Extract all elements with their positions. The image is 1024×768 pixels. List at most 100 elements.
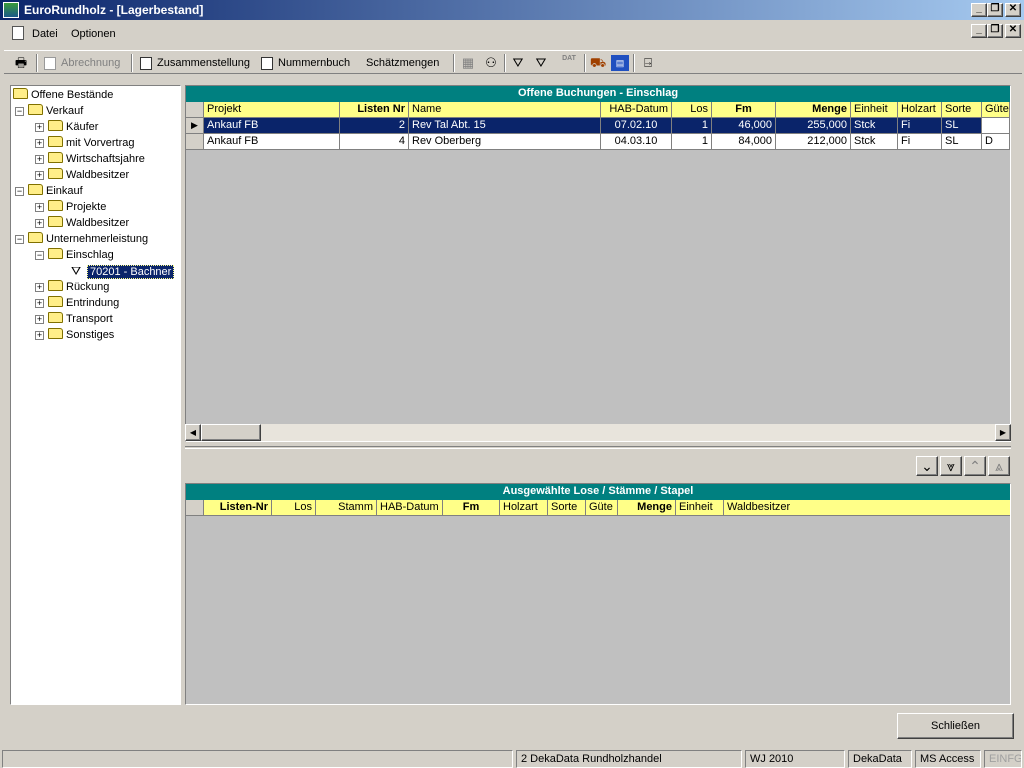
expand-icon[interactable]: +	[35, 155, 44, 164]
collapse-icon[interactable]: −	[35, 251, 44, 260]
menu-optionen[interactable]: Optionen	[71, 28, 116, 40]
col-hab-datum[interactable]: HAB-Datum	[601, 102, 672, 118]
col-los[interactable]: Los	[672, 102, 712, 118]
doc-minimize-icon[interactable]: _	[971, 24, 987, 38]
col-sorte[interactable]: Sorte	[942, 102, 982, 118]
col-guete[interactable]: Güte	[586, 500, 618, 516]
truck-icon[interactable]: ⛟	[589, 55, 607, 71]
col-projekt[interactable]: Projekt	[204, 102, 340, 118]
move-up-icon[interactable]: ⌃	[964, 456, 986, 476]
calculator-icon[interactable]: ▦	[459, 55, 477, 71]
schaetzmengen-button[interactable]: Schätzmengen	[366, 55, 439, 71]
tree-projekte[interactable]: + Projekte	[35, 199, 106, 215]
cell-sorte[interactable]: SL	[942, 134, 982, 150]
doc-restore-icon[interactable]: ❐	[987, 24, 1003, 38]
expand-icon[interactable]: +	[35, 171, 44, 180]
collapse-icon[interactable]: −	[15, 187, 24, 196]
schliessen-button[interactable]: Schließen	[897, 713, 1014, 739]
tree-kaeufer[interactable]: + Käufer	[35, 119, 98, 135]
cell-name[interactable]: Rev Oberberg	[409, 134, 601, 150]
cell-einheit[interactable]: Stck	[851, 134, 898, 150]
info-icon[interactable]: ▤	[611, 55, 629, 71]
zusammenstellung-button[interactable]: Zusammenstellung	[140, 55, 250, 71]
tree-transport[interactable]: + Transport	[35, 311, 113, 327]
move-all-down-icon[interactable]: ⩔	[940, 456, 962, 476]
cell-guete[interactable]	[982, 118, 1010, 134]
tree-waldbesitzer-ek[interactable]: + Waldbesitzer	[35, 215, 129, 231]
cell-hab-datum[interactable]: 07.02.10	[601, 118, 672, 134]
col-fm[interactable]: Fm	[443, 500, 500, 516]
tree-filter-70201[interactable]: ⛛ 70201 - Bachner	[71, 263, 175, 279]
tree-waldbesitzer-vk[interactable]: + Waldbesitzer	[35, 167, 129, 183]
expand-icon[interactable]: +	[35, 331, 44, 340]
expand-icon[interactable]: +	[35, 283, 44, 292]
col-sorte[interactable]: Sorte	[548, 500, 586, 516]
expand-icon[interactable]: +	[35, 203, 44, 212]
filter-icon[interactable]: ⛛	[509, 55, 527, 71]
tree-sonstiges[interactable]: + Sonstiges	[35, 327, 114, 343]
table-row[interactable]: ▶ Ankauf FB 2 Rev Tal Abt. 15 07.02.10 1…	[186, 118, 1010, 134]
minimize-icon[interactable]: _	[971, 3, 987, 17]
cell-guete[interactable]: D	[982, 134, 1010, 150]
expand-icon[interactable]: +	[35, 299, 44, 308]
close-icon[interactable]: ✕	[1005, 3, 1021, 17]
col-listen-nr[interactable]: Listen-Nr	[204, 500, 272, 516]
expand-icon[interactable]: +	[35, 219, 44, 228]
nummernbuch-button[interactable]: Nummernbuch	[261, 55, 350, 71]
cell-sorte[interactable]: SL	[942, 118, 982, 134]
expand-icon[interactable]: +	[35, 139, 44, 148]
expand-icon[interactable]: +	[35, 123, 44, 132]
cell-los[interactable]: 1	[672, 134, 712, 150]
cell-listen-nr[interactable]: 4	[340, 134, 409, 150]
filter-clear-icon[interactable]: ⛛	[532, 55, 550, 71]
col-einheit[interactable]: Einheit	[851, 102, 898, 118]
cell-hab-datum[interactable]: 04.03.10	[601, 134, 672, 150]
table-row[interactable]: Ankauf FB 4 Rev Oberberg 04.03.10 1 84,0…	[186, 134, 1010, 150]
dat-icon[interactable]: DAT	[560, 55, 578, 71]
doc-close-icon[interactable]: ✕	[1005, 24, 1021, 38]
print-icon[interactable]: 🖶	[12, 55, 30, 71]
tree-wirtschaftsjahre[interactable]: + Wirtschaftsjahre	[35, 151, 145, 167]
cell-name[interactable]: Rev Tal Abt. 15	[409, 118, 601, 134]
tree-root[interactable]: Offene Bestände	[13, 87, 113, 103]
binoculars-icon[interactable]: ⚇	[482, 55, 500, 71]
tree-einschlag[interactable]: − Einschlag	[35, 247, 114, 263]
col-holzart[interactable]: Holzart	[898, 102, 942, 118]
col-guete[interactable]: Güte	[982, 102, 1010, 118]
col-los[interactable]: Los	[272, 500, 316, 516]
cell-menge[interactable]: 212,000	[776, 134, 851, 150]
cell-fm[interactable]: 84,000	[712, 134, 776, 150]
expand-icon[interactable]: +	[35, 315, 44, 324]
collapse-icon[interactable]: −	[15, 235, 24, 244]
tree-mit-vorvertrag[interactable]: + mit Vorvertrag	[35, 135, 134, 151]
collapse-icon[interactable]: −	[15, 107, 24, 116]
splitter[interactable]	[185, 446, 1011, 449]
cell-projekt[interactable]: Ankauf FB	[204, 118, 340, 134]
col-holzart[interactable]: Holzart	[500, 500, 548, 516]
col-listen-nr[interactable]: Listen Nr	[340, 102, 409, 118]
col-name[interactable]: Name	[409, 102, 601, 118]
cell-projekt[interactable]: Ankauf FB	[204, 134, 340, 150]
col-einheit[interactable]: Einheit	[676, 500, 724, 516]
col-waldbesitzer[interactable]: Waldbesitzer	[724, 500, 1010, 516]
tree-einkauf[interactable]: − Einkauf	[15, 183, 83, 199]
scroll-right-icon[interactable]: ▶	[995, 424, 1011, 441]
cell-holzart[interactable]: Fi	[898, 118, 942, 134]
abrechnung-button[interactable]: Abrechnung	[44, 55, 120, 71]
col-menge[interactable]: Menge	[776, 102, 851, 118]
move-down-icon[interactable]: ⌄	[916, 456, 938, 476]
move-all-up-icon[interactable]: ⩓	[988, 456, 1010, 476]
col-hab-datum[interactable]: HAB-Datum	[377, 500, 443, 516]
cell-fm[interactable]: 46,000	[712, 118, 776, 134]
tree-rueckung[interactable]: + Rückung	[35, 279, 109, 295]
cell-holzart[interactable]: Fi	[898, 134, 942, 150]
col-fm[interactable]: Fm	[712, 102, 776, 118]
scroll-left-icon[interactable]: ◀	[185, 424, 201, 441]
scroll-thumb[interactable]	[201, 424, 261, 441]
cell-listen-nr[interactable]: 2	[340, 118, 409, 134]
cell-menge[interactable]: 255,000	[776, 118, 851, 134]
tree-verkauf[interactable]: − Verkauf	[15, 103, 83, 119]
cell-los[interactable]: 1	[672, 118, 712, 134]
tree-entrindung[interactable]: + Entrindung	[35, 295, 119, 311]
col-stamm[interactable]: Stamm	[316, 500, 377, 516]
